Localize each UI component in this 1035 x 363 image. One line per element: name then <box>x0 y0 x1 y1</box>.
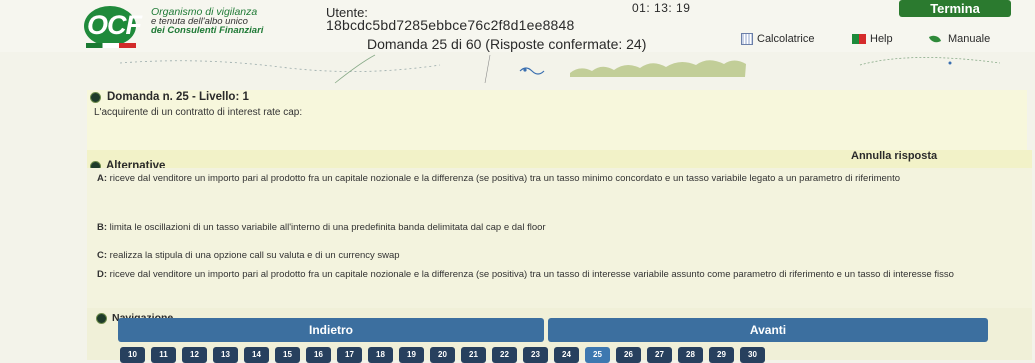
page-button[interactable]: 14 <box>244 347 269 363</box>
organization-name: Organismo di vigilanza e tenuta dell'alb… <box>151 7 264 36</box>
page-button[interactable]: 24 <box>554 347 579 363</box>
answers-panel <box>87 168 1032 310</box>
question-text: L'acquirente di un contratto di interest… <box>94 107 303 118</box>
bullet-icon <box>96 312 107 324</box>
answer-text: realizza la stipula di una opzione call … <box>109 250 400 261</box>
answer-option-c[interactable]: C: realizza la stipula di una opzione ca… <box>97 247 1017 265</box>
help-button[interactable]: Help <box>852 33 893 45</box>
answer-letter: A: <box>97 173 108 184</box>
question-title: Domanda n. 25 - Livello: 1 <box>107 91 249 103</box>
page-button[interactable]: 25 <box>585 347 610 363</box>
manual-button[interactable]: Manuale <box>928 33 991 45</box>
ocf-logo: OCF <box>84 6 142 50</box>
page-button[interactable]: 23 <box>523 347 548 363</box>
exam-timer: 01: 13: 19 <box>632 1 691 15</box>
flag-icon <box>852 34 866 44</box>
page-button[interactable]: 10 <box>120 347 145 363</box>
page-button[interactable]: 29 <box>709 347 734 363</box>
question-page-selector: 10 11 12 13 14 15 16 17 18 19 20 21 22 23 24 25 26 27 28 29… <box>120 347 765 363</box>
answer-text: riceve dal venditore un importo pari al … <box>109 173 901 184</box>
indietro-button[interactable]: Indietro <box>118 318 544 342</box>
bullet-icon <box>90 91 101 103</box>
answer-letter: D: <box>97 269 108 280</box>
calculator-button[interactable]: Calcolatrice <box>741 33 814 45</box>
page-button[interactable]: 22 <box>492 347 517 363</box>
answer-text: riceve dal venditore un importo pari al … <box>109 269 954 280</box>
page-button[interactable]: 13 <box>213 347 238 363</box>
page-button[interactable]: 17 <box>337 347 362 363</box>
page-button[interactable]: 30 <box>740 347 765 363</box>
page-button[interactable]: 11 <box>151 347 176 363</box>
page-button[interactable]: 18 <box>368 347 393 363</box>
calculator-label: Calcolatrice <box>757 33 815 45</box>
page-button[interactable]: 21 <box>461 347 486 363</box>
page-button[interactable]: 26 <box>616 347 641 363</box>
user-id: 18bcdc5bd7285ebbce76c2f8d1ee8848 <box>326 17 575 33</box>
avanti-button[interactable]: Avanti <box>548 318 988 342</box>
answer-option-b[interactable]: B: limita le oscillazioni di un tasso va… <box>97 219 1017 237</box>
answer-option-d[interactable]: D: riceve dal venditore un importo pari … <box>97 266 1017 284</box>
page-button[interactable]: 27 <box>647 347 672 363</box>
answer-option-a[interactable]: A: riceve dal venditore un importo pari … <box>97 170 1017 188</box>
org-line-3: dei Consulenti Finanziari <box>151 25 264 36</box>
page-button[interactable]: 16 <box>306 347 331 363</box>
page-button[interactable]: 15 <box>275 347 300 363</box>
annulla-risposta-button[interactable]: Annulla risposta <box>851 150 937 162</box>
decorative-landscape-banner <box>120 54 1001 84</box>
page-button[interactable]: 19 <box>399 347 424 363</box>
logo-text: OCF <box>87 10 142 40</box>
answer-letter: B: <box>97 222 108 233</box>
answer-text: limita le oscillazioni di un tasso varia… <box>109 222 546 233</box>
logo-flag-stripe <box>86 43 136 48</box>
page-button[interactable]: 28 <box>678 347 703 363</box>
question-heading: Domanda n. 25 - Livello: 1 <box>90 91 249 103</box>
calculator-icon <box>741 33 753 45</box>
answer-letter: C: <box>97 250 108 261</box>
page-button[interactable]: 12 <box>182 347 207 363</box>
manual-label: Manuale <box>948 33 991 45</box>
help-label: Help <box>870 33 893 45</box>
question-progress: Domanda 25 di 60 (Risposte confermate: 2… <box>367 36 647 52</box>
page-button[interactable]: 20 <box>430 347 455 363</box>
termina-button[interactable]: Termina <box>899 0 1011 17</box>
leaf-icon <box>928 33 942 45</box>
